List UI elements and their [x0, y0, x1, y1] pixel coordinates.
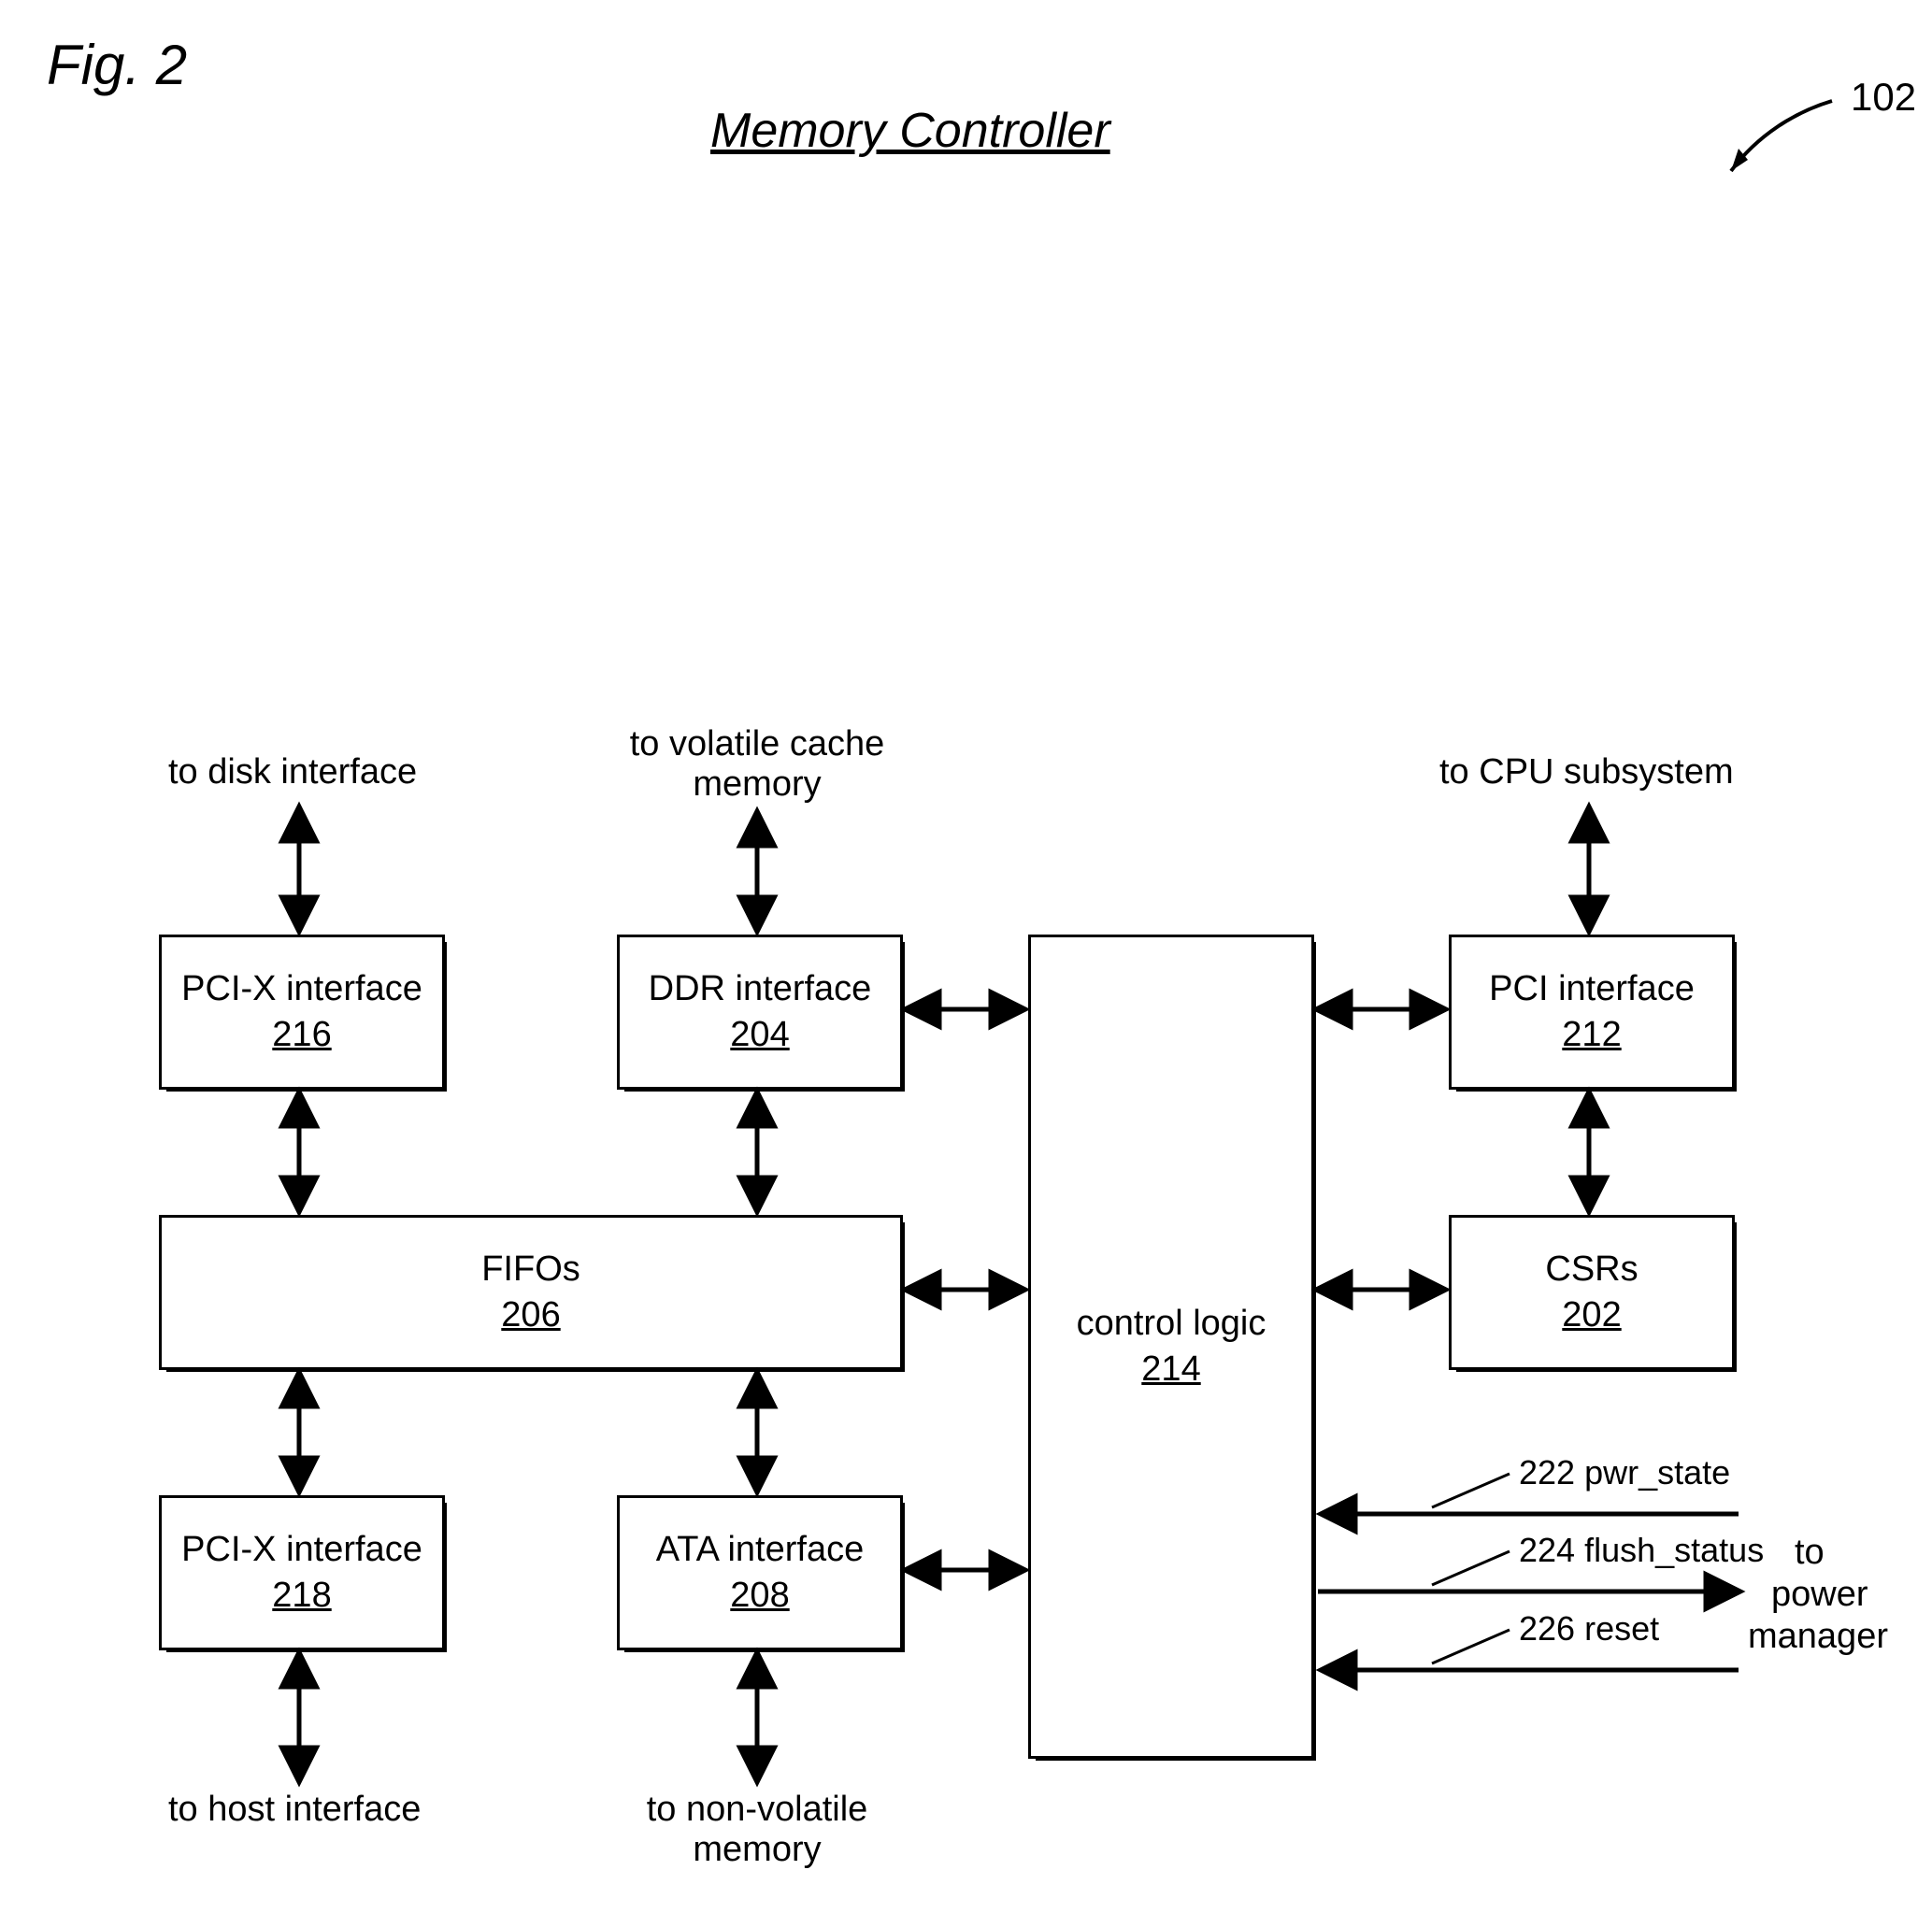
diagram-canvas: Fig. 2 Memory Controller 102 PCI-X inter… [0, 0, 1932, 1927]
arrows-layer [0, 0, 1932, 1927]
